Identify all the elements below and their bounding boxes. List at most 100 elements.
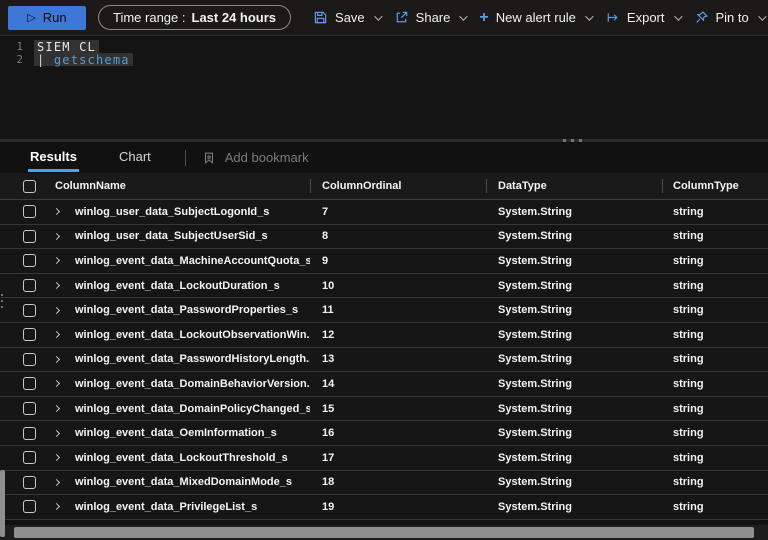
line-number: 1 bbox=[16, 40, 23, 53]
tab-chart[interactable]: Chart bbox=[117, 143, 153, 172]
chevron-down-icon bbox=[459, 11, 469, 21]
cell-columntype: string bbox=[673, 451, 704, 464]
row-checkbox[interactable] bbox=[0, 377, 48, 391]
cell-columntype: string bbox=[673, 279, 704, 292]
tab-results[interactable]: Results bbox=[28, 143, 79, 172]
cell-datatype: System.String bbox=[498, 451, 572, 464]
row-checkbox[interactable] bbox=[0, 475, 48, 489]
cell-datatype: System.String bbox=[498, 377, 572, 390]
table-body: winlog_user_data_SubjectLogonId_s 7 Syst… bbox=[0, 200, 768, 520]
table-row[interactable]: winlog_event_data_PrivilegeList_s 19 Sys… bbox=[0, 495, 768, 520]
cell-columnname: winlog_event_data_LockoutThreshold_s bbox=[75, 451, 288, 464]
row-checkbox[interactable] bbox=[0, 352, 48, 366]
row-expand-chevron[interactable] bbox=[48, 380, 75, 388]
editor-line: 1 SIEM_CL bbox=[0, 39, 768, 54]
cell-columnordinal: 7 bbox=[322, 205, 329, 218]
export-label: Export bbox=[626, 10, 665, 25]
row-checkbox[interactable] bbox=[0, 328, 48, 342]
bookmark-icon bbox=[204, 152, 213, 164]
horizontal-scrollbar-thumb[interactable] bbox=[14, 527, 754, 538]
left-splitter-grip[interactable] bbox=[0, 292, 3, 310]
editor-line: 2 | getschema bbox=[0, 52, 768, 67]
row-expand-chevron[interactable] bbox=[48, 232, 75, 240]
cell-columnordinal: 8 bbox=[322, 230, 329, 243]
table-row[interactable]: winlog_user_data_SubjectUserSid_s 8 Syst… bbox=[0, 224, 768, 250]
cell-datatype: System.String bbox=[498, 402, 572, 415]
cell-datatype: System.String bbox=[498, 476, 572, 489]
row-expand-chevron[interactable] bbox=[48, 282, 75, 290]
row-expand-chevron[interactable] bbox=[48, 306, 75, 314]
select-all-checkbox[interactable] bbox=[0, 179, 48, 193]
table-row[interactable]: winlog_event_data_PasswordProperties_s 1… bbox=[0, 298, 768, 323]
query-editor[interactable]: 1 SIEM_CL 2 | getschema bbox=[0, 37, 768, 139]
query-toolbar: ▷ Run Time range : Last 24 hours Save Sh… bbox=[0, 0, 768, 36]
row-checkbox[interactable] bbox=[0, 426, 48, 440]
plus-icon: + bbox=[479, 9, 489, 26]
table-row[interactable]: winlog_event_data_LockoutObservationWin.… bbox=[0, 322, 768, 348]
table-row[interactable]: winlog_event_data_MixedDomainMode_s 18 S… bbox=[0, 470, 768, 496]
cell-columnname: winlog_event_data_DomainBehaviorVersion.… bbox=[75, 377, 310, 390]
column-header-columnname[interactable]: ColumnName bbox=[48, 180, 310, 192]
row-expand-chevron[interactable] bbox=[48, 478, 75, 486]
cell-columnname: winlog_event_data_PasswordHistoryLength.… bbox=[75, 353, 310, 366]
save-button[interactable]: Save bbox=[311, 10, 383, 25]
table-row[interactable]: winlog_event_data_PasswordHistoryLength.… bbox=[0, 347, 768, 373]
row-checkbox[interactable] bbox=[0, 279, 48, 293]
pin-to-button[interactable]: Pin to bbox=[692, 10, 767, 25]
cell-columnordinal: 11 bbox=[322, 304, 334, 317]
row-expand-chevron[interactable] bbox=[48, 405, 75, 413]
cell-datatype: System.String bbox=[498, 427, 572, 440]
row-checkbox[interactable] bbox=[0, 205, 48, 219]
row-expand-chevron[interactable] bbox=[48, 208, 75, 216]
table-row[interactable]: winlog_event_data_LockoutThreshold_s 17 … bbox=[0, 445, 768, 471]
run-button[interactable]: ▷ Run bbox=[8, 5, 86, 30]
row-checkbox[interactable] bbox=[0, 451, 48, 465]
query-table-name: SIEM_CL bbox=[37, 39, 96, 54]
row-expand-chevron[interactable] bbox=[48, 355, 75, 363]
time-range-label: Time range : bbox=[113, 10, 186, 25]
cell-columnname: winlog_user_data_SubjectLogonId_s bbox=[75, 205, 270, 218]
table-row[interactable]: winlog_event_data_DomainBehaviorVersion.… bbox=[0, 372, 768, 397]
cell-columnname: winlog_event_data_MachineAccountQuota_s bbox=[75, 254, 310, 267]
cell-columntype: string bbox=[673, 304, 704, 317]
query-keyword: getschema bbox=[53, 52, 130, 67]
cell-datatype: System.String bbox=[498, 304, 572, 317]
table-row[interactable]: winlog_event_data_MachineAccountQuota_s … bbox=[0, 249, 768, 274]
export-button[interactable]: Export bbox=[603, 10, 683, 25]
cell-columntype: string bbox=[673, 328, 704, 341]
table-row[interactable]: winlog_event_data_OemInformation_s 16 Sy… bbox=[0, 421, 768, 446]
results-table: ColumnName ColumnOrdinal DataType Column… bbox=[0, 173, 768, 520]
add-bookmark-button[interactable]: Add bookmark bbox=[202, 150, 309, 165]
cell-columntype: string bbox=[673, 205, 704, 218]
row-expand-chevron[interactable] bbox=[48, 257, 75, 265]
horizontal-scrollbar[interactable] bbox=[0, 525, 768, 540]
time-range-picker[interactable]: Time range : Last 24 hours bbox=[98, 5, 292, 30]
cell-columntype: string bbox=[673, 500, 704, 513]
cell-datatype: System.String bbox=[498, 500, 572, 513]
cell-datatype: System.String bbox=[498, 353, 572, 366]
header-divider bbox=[310, 179, 311, 193]
table-row[interactable]: winlog_event_data_LockoutDuration_s 10 S… bbox=[0, 273, 768, 299]
table-row[interactable]: winlog_event_data_DomainPolicyChanged_s … bbox=[0, 396, 768, 422]
share-button[interactable]: Share bbox=[392, 10, 469, 25]
cell-columnname: winlog_event_data_DomainPolicyChanged_s bbox=[75, 402, 310, 415]
table-row[interactable]: winlog_user_data_SubjectLogonId_s 7 Syst… bbox=[0, 200, 768, 225]
cell-datatype: System.String bbox=[498, 328, 572, 341]
chevron-down-icon bbox=[585, 11, 594, 21]
column-header-columnordinal[interactable]: ColumnOrdinal bbox=[310, 180, 486, 192]
column-header-datatype[interactable]: DataType bbox=[486, 180, 662, 192]
row-checkbox[interactable] bbox=[0, 303, 48, 317]
row-checkbox[interactable] bbox=[0, 229, 48, 243]
row-checkbox[interactable] bbox=[0, 402, 48, 416]
row-expand-chevron[interactable] bbox=[48, 429, 75, 437]
left-scrollbar-thumb[interactable] bbox=[0, 470, 5, 537]
cell-columnname: winlog_event_data_LockoutDuration_s bbox=[75, 279, 280, 292]
cell-columnordinal: 18 bbox=[322, 476, 335, 489]
row-expand-chevron[interactable] bbox=[48, 454, 75, 462]
column-header-columntype[interactable]: ColumnType bbox=[662, 180, 768, 192]
new-alert-rule-button[interactable]: + New alert rule bbox=[477, 9, 594, 26]
row-expand-chevron[interactable] bbox=[48, 331, 75, 339]
row-checkbox[interactable] bbox=[0, 500, 48, 514]
row-checkbox[interactable] bbox=[0, 254, 48, 268]
row-expand-chevron[interactable] bbox=[48, 503, 75, 511]
